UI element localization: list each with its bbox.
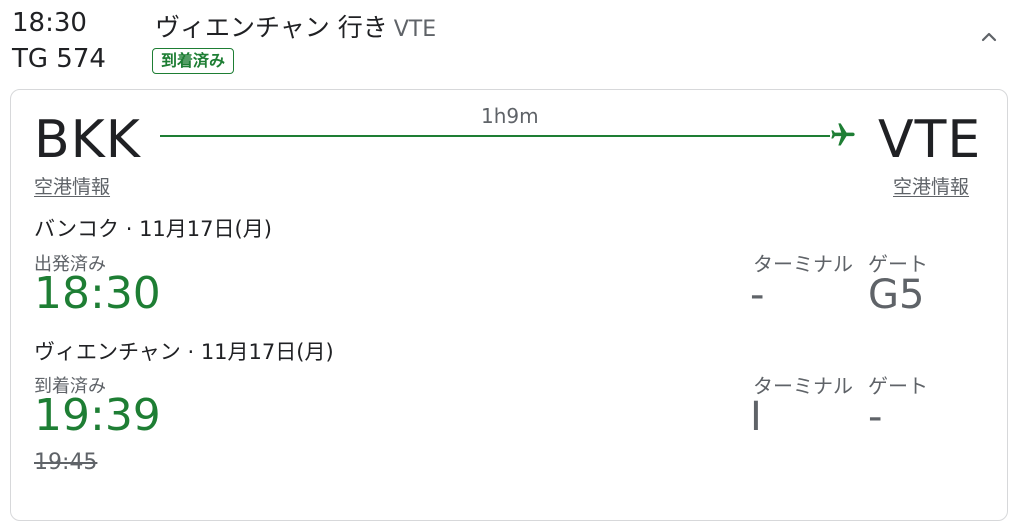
destination-title: ヴィエンチャン 行き VTE [155, 8, 436, 44]
flight-number: TG 574 [12, 44, 106, 74]
departure-gate-value: G5 [868, 272, 925, 318]
departure-terminal-label: ターミナル [753, 252, 853, 276]
scheduled-arrival-time: 19:45 [34, 450, 98, 475]
destination-code-small: VTE [393, 17, 437, 42]
arrival-terminal-label: ターミナル [753, 374, 853, 398]
arrival-terminal-value: I [750, 394, 762, 440]
departure-terminal-value: - [750, 272, 765, 318]
departure-time: 18:30 [34, 268, 161, 319]
route-line [160, 135, 830, 137]
collapse-button[interactable] [978, 26, 1000, 48]
arrival-city-date: ヴィエンチャン · 11月17日(月) [34, 340, 334, 364]
departure-city-date: バンコク · 11月17日(月) [34, 217, 272, 241]
status-badge: 到着済み [152, 48, 235, 74]
arrival-time: 19:39 [34, 390, 161, 441]
airplane-icon [828, 121, 858, 149]
arrival-gate-value: - [868, 394, 883, 440]
destination-airport-code: VTE [878, 110, 982, 170]
destination-label: ヴィエンチャン 行き [155, 13, 388, 42]
header-departure-time: 18:30 [12, 8, 87, 38]
origin-airport-info-link[interactable]: 空港情報 [34, 172, 110, 199]
chevron-up-icon [981, 32, 997, 42]
destination-airport-info-link[interactable]: 空港情報 [893, 172, 969, 199]
flight-duration: 1h9m [481, 104, 539, 128]
origin-airport-code: BKK [34, 110, 141, 170]
